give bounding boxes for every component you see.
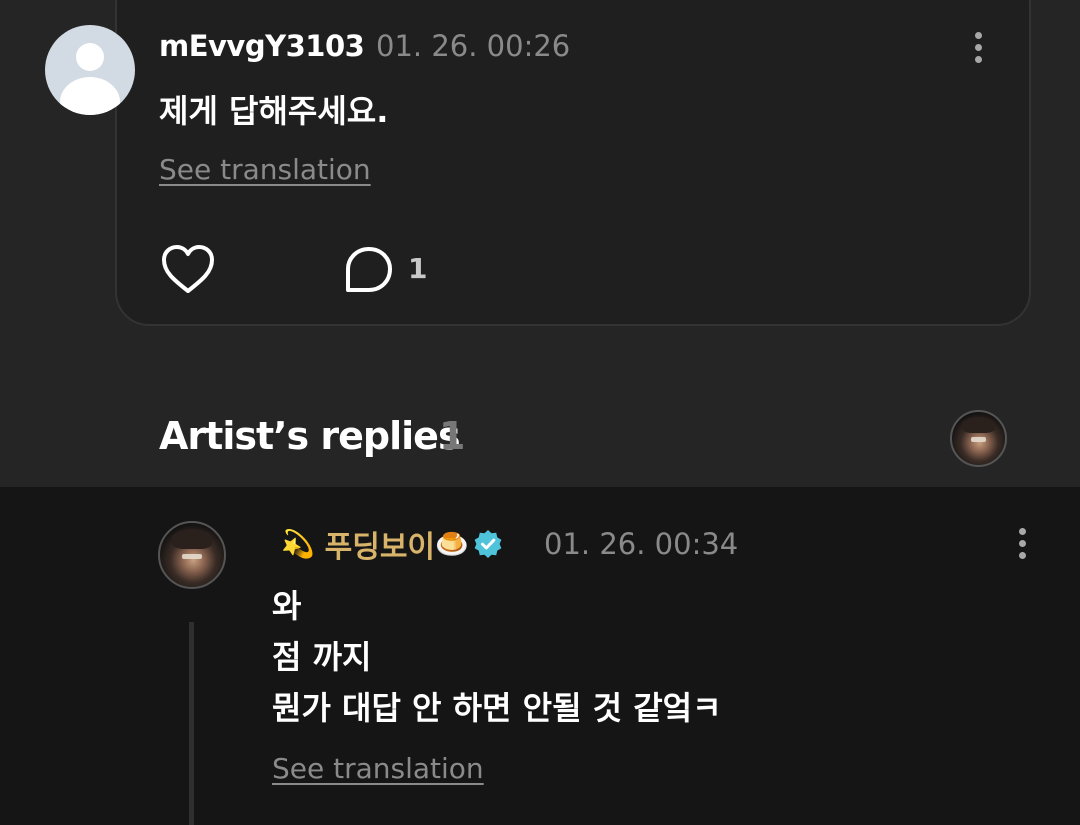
reply-see-translation-link[interactable]: See translation	[272, 752, 484, 785]
reply-text: 와 점 까지 뭔가 대답 안 하면 안될 것 같엌ㅋ	[272, 581, 722, 734]
artist-name-row[interactable]: 💫 푸딩보이 🍮	[281, 522, 503, 566]
verified-badge-icon	[474, 530, 502, 558]
artist-replies-heading: Artist’s replies	[159, 414, 461, 458]
comment-username[interactable]: mEvvgY3103	[159, 29, 365, 63]
artist-avatar-small[interactable]	[950, 410, 1007, 467]
reply-line: 점 까지	[272, 638, 372, 676]
reply-line: 와	[272, 587, 302, 625]
speech-bubble-icon	[346, 247, 392, 292]
pudding-emoji: 🍮	[435, 528, 469, 560]
reply-more-options-icon[interactable]	[1012, 524, 1032, 564]
avatar-head-shape	[76, 43, 104, 71]
reply-button[interactable]	[344, 245, 394, 295]
reply-count: 1	[408, 252, 428, 285]
like-button[interactable]	[160, 244, 216, 296]
artist-replies-count: 1	[439, 414, 466, 458]
artist-name[interactable]: 푸딩보이	[325, 522, 435, 566]
comment-text: 제게 답해주세요.	[159, 92, 389, 130]
comment-see-translation-link[interactable]: See translation	[159, 153, 371, 186]
comment-timestamp: 01. 26. 00:26	[376, 29, 571, 63]
dizzy-star-emoji: 💫	[281, 528, 315, 560]
avatar-body-shape	[60, 77, 120, 115]
artist-avatar[interactable]	[158, 521, 226, 589]
thread-line	[189, 622, 194, 825]
reply-line: 뭔가 대답 안 하면 안될 것 같엌ㅋ	[272, 689, 722, 727]
user-avatar[interactable]	[45, 25, 135, 115]
heart-outline-icon	[162, 245, 214, 293]
comment-more-options-icon[interactable]	[968, 28, 988, 68]
reply-timestamp: 01. 26. 00:34	[544, 527, 739, 561]
